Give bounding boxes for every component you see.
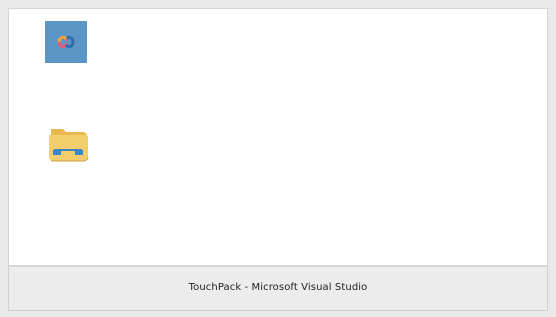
status-text: TouchPack - Microsoft Visual Studio	[188, 282, 368, 293]
main-content-area	[8, 8, 548, 266]
file-explorer-folder-icon[interactable]	[45, 121, 91, 163]
window-edge-left	[0, 0, 8, 317]
visual-studio-icon[interactable]	[45, 21, 87, 63]
taskbar-status-bar: TouchPack - Microsoft Visual Studio	[8, 266, 548, 311]
window: TouchPack - Microsoft Visual Studio	[0, 0, 556, 317]
window-edge-right	[548, 0, 556, 317]
